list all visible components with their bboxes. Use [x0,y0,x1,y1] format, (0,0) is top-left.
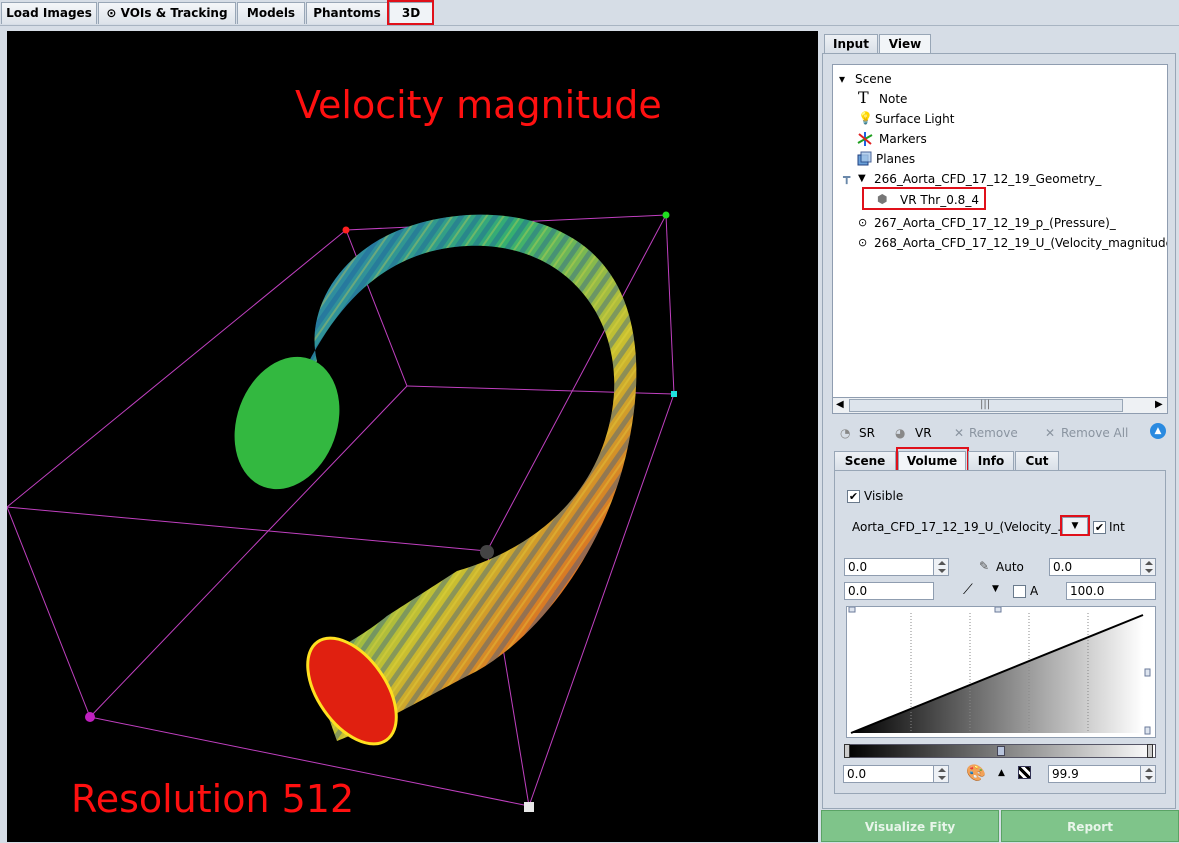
source-select[interactable]: Aorta_CFD_17_12_19_U_(Velocity_... [852,520,1069,534]
window-low-field[interactable]: 0.0 [843,765,934,783]
tree-node-surface-light[interactable]: Surface Light [875,111,954,127]
scene-tree[interactable]: ▾ Scene T Note 💡 Surface Light Markers P… [832,64,1168,414]
corner-marker-green[interactable] [662,211,670,219]
window-high-spinner[interactable] [1140,765,1156,783]
tab-phantoms[interactable]: Phantoms [306,2,388,24]
corner-marker-white[interactable] [524,802,534,812]
tree-node-pressure[interactable]: 267_Aorta_CFD_17_12_19_p_(Pressure)_ [874,215,1116,231]
tab-models[interactable]: Models [237,2,305,24]
visualize-button[interactable]: Visualize Fity [821,810,999,842]
tree-node-markers[interactable]: Markers [879,131,927,147]
scroll-right-icon[interactable]: ▶ [1155,399,1163,410]
tree-node-geometry[interactable]: 266_Aorta_CFD_17_12_19_Geometry_ [874,171,1101,187]
pattern-icon[interactable] [1018,766,1031,779]
sr-icon: ◔ [840,426,851,440]
window-low-spinner[interactable] [933,765,949,783]
window-low-handle[interactable] [844,744,850,758]
inlet-cross-section [234,356,340,490]
max-value-spinner[interactable] [1140,558,1156,576]
curve-plot [848,607,1151,735]
tree-expand-icon[interactable]: ▾ [839,71,845,87]
tab-view[interactable]: View [879,34,931,54]
report-button[interactable]: Report [1001,810,1179,842]
remove-icon: ✕ [954,426,965,440]
tree-node-scene[interactable]: Scene [855,71,892,87]
target-icon: ⊙ [106,6,121,20]
tree-node-note[interactable]: Note [879,91,907,107]
a-checkbox[interactable] [1013,585,1026,598]
tab-scene[interactable]: Scene [834,451,896,471]
resolution-overlay: Resolution 512 [71,777,355,821]
sr-button[interactable]: SR [859,425,875,441]
lower-value-field[interactable]: 0.0 [844,582,934,600]
corner-marker-magenta[interactable] [85,712,95,722]
tab-load-images[interactable]: Load Images [1,2,97,24]
planes-icon [857,151,872,166]
tree-line-icon: ┳ [843,170,851,184]
collapse-icon[interactable]: ▲ [1150,423,1166,439]
expanded-icon[interactable]: ▼ [858,171,866,187]
remove-button[interactable]: Remove [969,425,1018,441]
highlight-vr-node [862,187,986,210]
highlight-source-dropdown [1060,515,1090,536]
tab-input[interactable]: Input [824,34,878,54]
scroll-thumb[interactable]: ||| [849,399,1123,412]
corner-marker-cyan[interactable] [671,391,677,397]
target-icon: ⊙ [858,236,868,249]
text-icon: T [858,88,869,107]
remove-all-icon: ✕ [1045,426,1056,440]
tree-horizontal-scrollbar[interactable]: ◀ ||| ▶ [832,397,1168,414]
min-value-field[interactable]: 0.0 [844,558,934,576]
max-value-field[interactable]: 0.0 [1049,558,1141,576]
colormap-bar[interactable] [844,744,1156,758]
tab-info[interactable]: Info [968,451,1014,471]
min-value-spinner[interactable] [933,558,949,576]
window-high-handle[interactable] [1147,744,1153,758]
chevron-up-icon[interactable]: ▲ [998,768,1005,778]
vr-button[interactable]: VR [915,425,932,441]
bulb-icon: 💡 [858,111,873,125]
remove-all-button[interactable]: Remove All [1061,425,1128,441]
markers-icon [857,132,873,146]
bottom-action-bar: Visualize Fity Report [821,810,1179,842]
palette-icon[interactable]: 🎨 [966,763,986,782]
corner-marker-red[interactable] [342,226,350,234]
auto-button[interactable]: Auto [996,560,1024,574]
highlight-3d-tab [387,0,434,25]
tab-cut[interactable]: Cut [1015,451,1059,471]
target-icon: ⊙ [858,216,868,229]
a-label: A [1030,584,1039,598]
chevron-down-icon[interactable]: ▼ [992,584,999,594]
transfer-function-curve[interactable] [846,606,1156,738]
window-high-field[interactable]: 99.9 [1048,765,1141,783]
3d-viewport[interactable]: Velocity magnitude Resolution 512 [7,31,818,842]
tree-node-velocity[interactable]: 268_Aorta_CFD_17_12_19_U_(Velocity_magni… [874,235,1167,251]
pen-icon: ✎ [979,559,990,573]
aorta-rendering [7,211,677,812]
tree-node-planes[interactable]: Planes [876,151,915,167]
int-label: Int [1109,520,1125,534]
int-checkbox[interactable]: ✔ [1093,521,1106,534]
scroll-left-icon[interactable]: ◀ [836,399,844,410]
upper-value-field[interactable]: 100.0 [1066,582,1156,600]
top-tab-bar: Load Images ⊙ VOIs & Tracking Models Pha… [0,0,1179,26]
curve-shape-icon[interactable]: ⟋ [963,582,973,598]
title-overlay: Velocity magnitude [295,83,662,127]
vr-icon: ◕ [895,426,906,440]
visible-checkbox[interactable]: ✔ [847,490,860,503]
window-center-handle[interactable] [997,746,1005,756]
visible-label: Visible [864,489,904,503]
center-marker[interactable] [480,545,494,559]
tab-vois-tracking[interactable]: ⊙ VOIs & Tracking [98,2,236,24]
